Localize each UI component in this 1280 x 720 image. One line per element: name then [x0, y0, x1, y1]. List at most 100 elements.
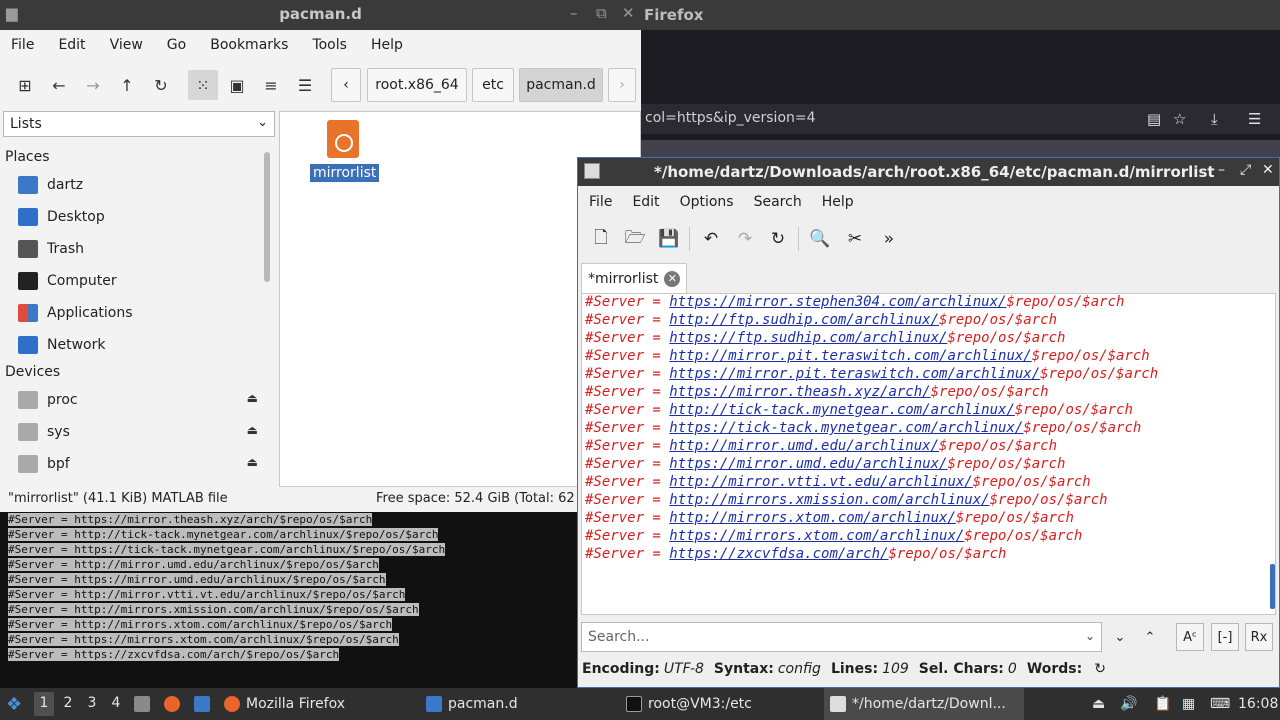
whole-word-icon[interactable]: [-]: [1211, 623, 1239, 651]
match-case-icon[interactable]: Aᶜ: [1176, 623, 1204, 651]
forward-icon[interactable]: →: [78, 70, 108, 100]
refresh-word-count-icon[interactable]: ↻: [1094, 661, 1106, 677]
menu-file[interactable]: File: [11, 37, 34, 53]
place-desktop[interactable]: Desktop: [18, 203, 258, 231]
find-previous-icon[interactable]: ⌃: [1136, 623, 1164, 651]
menu-edit[interactable]: Edit: [58, 37, 85, 53]
url-text[interactable]: col=https&ip_version=4: [645, 110, 816, 126]
terminal-output[interactable]: #Server = https://mirror.theash.xyz/arch…: [0, 512, 641, 688]
menu-file[interactable]: File: [589, 194, 612, 210]
task-editor[interactable]: */home/dartz/Downl...: [824, 688, 1024, 720]
breadcrumb-pacman[interactable]: pacman.d: [519, 68, 603, 102]
workspace-1[interactable]: 1: [34, 692, 54, 716]
close-icon[interactable]: ✕: [1262, 162, 1274, 178]
editor-window: */home/dartz/Downloads/arch/root.x86_64/…: [577, 157, 1280, 688]
task-pacman[interactable]: pacman.d: [426, 688, 616, 720]
reload-icon[interactable]: ↻: [764, 225, 792, 253]
new-tab-icon[interactable]: ⊞: [10, 70, 40, 100]
redo-icon[interactable]: ↷: [731, 225, 759, 253]
tab-mirrorlist[interactable]: *mirrorlist ✕: [581, 263, 688, 293]
network-tray-icon[interactable]: ▦: [1182, 688, 1195, 720]
replace-icon[interactable]: ✂: [841, 225, 869, 253]
keyboard-icon[interactable]: ⌨: [1210, 688, 1230, 720]
breadcrumb-etc[interactable]: etc: [472, 68, 514, 102]
place-computer[interactable]: Computer: [18, 267, 258, 295]
device-bpf[interactable]: bpf ⏏: [18, 450, 258, 478]
menu-view[interactable]: View: [110, 37, 143, 53]
more-tools-icon[interactable]: »: [875, 225, 903, 253]
minimize-icon[interactable]: –: [1218, 162, 1225, 178]
menu-help[interactable]: Help: [371, 37, 403, 53]
open-file-icon[interactable]: 🗁: [621, 225, 649, 253]
clock[interactable]: 16:08: [1238, 688, 1278, 720]
breadcrumb-root[interactable]: root.x86_64: [367, 68, 467, 102]
eject-icon[interactable]: ⏏: [247, 391, 258, 405]
firefox-titlebar[interactable]: Firefox: [641, 0, 1280, 30]
maximize-icon[interactable]: ⧉: [596, 4, 607, 22]
task-firefox[interactable]: Mozilla Firefox: [224, 688, 414, 720]
tab-close-icon[interactable]: ✕: [664, 270, 681, 287]
task-terminal[interactable]: root@VM3:/etc: [626, 688, 816, 720]
download-icon[interactable]: ⤓: [1211, 110, 1218, 128]
search-input[interactable]: Search... ⌄: [581, 622, 1102, 652]
start-menu-icon[interactable]: ❖: [6, 688, 22, 720]
thumbnail-view-icon[interactable]: ▣: [222, 70, 252, 100]
file-manager-titlebar[interactable]: ▆ pacman.d – ⧉ ✕: [0, 0, 641, 30]
featherpad-app-icon[interactable]: [584, 163, 600, 179]
menu-edit[interactable]: Edit: [632, 194, 659, 210]
minimize-icon[interactable]: –: [570, 4, 578, 22]
breadcrumb-right-icon[interactable]: ›: [608, 68, 636, 102]
device-sys[interactable]: sys ⏏: [18, 418, 258, 446]
menu-bookmarks[interactable]: Bookmarks: [210, 37, 288, 53]
tray-arrow-icon[interactable]: ⏏: [1092, 688, 1105, 720]
place-network[interactable]: Network: [18, 331, 258, 359]
breadcrumb-left-icon[interactable]: ‹: [331, 68, 361, 102]
clipboard-icon[interactable]: 📋: [1154, 688, 1171, 720]
find-next-icon[interactable]: ⌄: [1106, 623, 1134, 651]
reload-icon[interactable]: ↻: [146, 70, 176, 100]
menu-search[interactable]: Search: [754, 194, 802, 210]
side-pane-scrollbar[interactable]: [264, 152, 270, 282]
firefox-launcher-icon[interactable]: [164, 688, 186, 720]
menu-options[interactable]: Options: [680, 194, 734, 210]
detailed-list-icon[interactable]: ☰: [290, 70, 320, 100]
side-pane-mode-select[interactable]: Lists ⌄: [3, 111, 275, 137]
close-icon[interactable]: ✕: [622, 4, 635, 22]
workspace-2[interactable]: 2: [58, 695, 78, 711]
file-manager-launcher-icon[interactable]: [194, 688, 216, 720]
back-icon[interactable]: ←: [44, 70, 74, 100]
editor-text-area[interactable]: #Server = https://mirror.stephen304.com/…: [581, 293, 1276, 615]
volume-icon[interactable]: 🔊: [1120, 688, 1137, 720]
up-icon[interactable]: ↑: [112, 70, 142, 100]
editor-titlebar[interactable]: */home/dartz/Downloads/arch/root.x86_64/…: [578, 158, 1279, 186]
file-name-label[interactable]: mirrorlist: [310, 164, 380, 182]
workspace-4[interactable]: 4: [106, 695, 126, 711]
show-desktop-icon[interactable]: [134, 688, 156, 720]
hamburger-menu-icon[interactable]: ☰: [1248, 110, 1261, 128]
menu-go[interactable]: Go: [167, 37, 186, 53]
place-applications[interactable]: Applications: [18, 299, 258, 327]
text-file-icon[interactable]: [327, 120, 359, 158]
save-icon[interactable]: 💾: [655, 225, 683, 253]
bookmark-star-icon[interactable]: ☆: [1173, 110, 1186, 128]
reader-view-icon[interactable]: ▤: [1147, 110, 1161, 128]
menu-tools[interactable]: Tools: [312, 37, 347, 53]
editor-scrollbar[interactable]: [1270, 564, 1275, 609]
place-trash[interactable]: Trash: [18, 235, 258, 263]
chevron-down-icon[interactable]: ⌄: [1085, 629, 1095, 643]
compact-view-icon[interactable]: ≡: [256, 70, 286, 100]
workspace-3[interactable]: 3: [82, 695, 102, 711]
place-dartz[interactable]: dartz: [18, 171, 258, 199]
regex-icon[interactable]: Rx: [1245, 623, 1273, 651]
maximize-icon[interactable]: ⤢: [1240, 162, 1251, 178]
new-file-icon[interactable]: 🗋: [587, 225, 615, 253]
menu-help[interactable]: Help: [822, 194, 854, 210]
eject-icon[interactable]: ⏏: [247, 423, 258, 437]
firefox-urlbar[interactable]: col=https&ip_version=4 ▤ ☆ ⤓ ☰: [641, 104, 1280, 134]
undo-icon[interactable]: ↶: [697, 225, 725, 253]
icon-view-icon[interactable]: ⁙: [188, 70, 218, 100]
device-proc[interactable]: proc ⏏: [18, 386, 258, 414]
syntax-value[interactable]: config: [778, 661, 821, 677]
eject-icon[interactable]: ⏏: [247, 455, 258, 469]
find-icon[interactable]: 🔍: [806, 225, 834, 253]
